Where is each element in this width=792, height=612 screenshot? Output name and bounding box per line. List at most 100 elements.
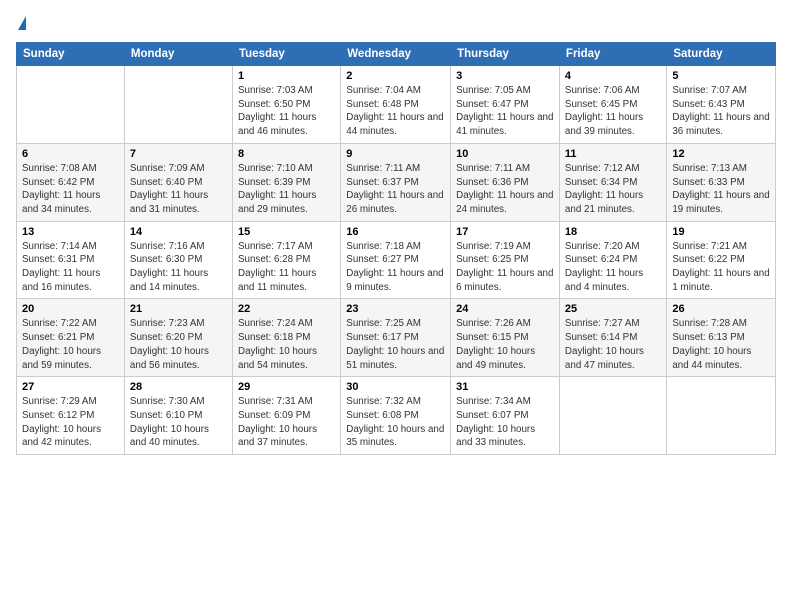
day-cell: 17 Sunrise: 7:19 AM Sunset: 6:25 PM Dayli… xyxy=(451,221,560,299)
day-info: Sunrise: 7:30 AM Sunset: 6:10 PM Dayligh… xyxy=(130,395,227,450)
day-info: Sunrise: 7:34 AM Sunset: 6:07 PM Dayligh… xyxy=(456,395,554,450)
day-cell xyxy=(17,66,125,144)
day-cell: 16 Sunrise: 7:18 AM Sunset: 6:27 PM Dayli… xyxy=(341,221,451,299)
day-cell: 2 Sunrise: 7:04 AM Sunset: 6:48 PM Daylig… xyxy=(341,66,451,144)
day-info: Sunrise: 7:06 AM Sunset: 6:45 PM Dayligh… xyxy=(565,84,661,139)
day-info: Sunrise: 7:31 AM Sunset: 6:09 PM Dayligh… xyxy=(238,395,335,450)
day-cell: 12 Sunrise: 7:13 AM Sunset: 6:33 PM Dayli… xyxy=(667,143,776,221)
week-row-5: 27 Sunrise: 7:29 AM Sunset: 6:12 PM Dayli… xyxy=(17,377,776,455)
day-number: 31 xyxy=(456,381,554,393)
day-cell: 5 Sunrise: 7:07 AM Sunset: 6:43 PM Daylig… xyxy=(667,66,776,144)
day-info: Sunrise: 7:27 AM Sunset: 6:14 PM Dayligh… xyxy=(565,317,661,372)
day-number: 12 xyxy=(672,148,770,160)
day-number: 26 xyxy=(672,303,770,315)
day-cell: 3 Sunrise: 7:05 AM Sunset: 6:47 PM Daylig… xyxy=(451,66,560,144)
header-friday: Friday xyxy=(559,43,666,66)
day-number: 9 xyxy=(346,148,445,160)
day-info: Sunrise: 7:14 AM Sunset: 6:31 PM Dayligh… xyxy=(22,240,119,295)
day-cell: 25 Sunrise: 7:27 AM Sunset: 6:14 PM Dayli… xyxy=(559,299,666,377)
day-info: Sunrise: 7:24 AM Sunset: 6:18 PM Dayligh… xyxy=(238,317,335,372)
day-info: Sunrise: 7:21 AM Sunset: 6:22 PM Dayligh… xyxy=(672,240,770,295)
day-number: 23 xyxy=(346,303,445,315)
day-cell: 28 Sunrise: 7:30 AM Sunset: 6:10 PM Dayli… xyxy=(124,377,232,455)
header-sunday: Sunday xyxy=(17,43,125,66)
day-cell: 14 Sunrise: 7:16 AM Sunset: 6:30 PM Dayli… xyxy=(124,221,232,299)
day-number: 25 xyxy=(565,303,661,315)
day-info: Sunrise: 7:12 AM Sunset: 6:34 PM Dayligh… xyxy=(565,162,661,217)
day-cell: 9 Sunrise: 7:11 AM Sunset: 6:37 PM Daylig… xyxy=(341,143,451,221)
day-info: Sunrise: 7:26 AM Sunset: 6:15 PM Dayligh… xyxy=(456,317,554,372)
day-number: 4 xyxy=(565,70,661,82)
day-number: 10 xyxy=(456,148,554,160)
day-info: Sunrise: 7:18 AM Sunset: 6:27 PM Dayligh… xyxy=(346,240,445,295)
day-number: 14 xyxy=(130,226,227,238)
day-info: Sunrise: 7:32 AM Sunset: 6:08 PM Dayligh… xyxy=(346,395,445,450)
day-info: Sunrise: 7:04 AM Sunset: 6:48 PM Dayligh… xyxy=(346,84,445,139)
header-row: SundayMondayTuesdayWednesdayThursdayFrid… xyxy=(17,43,776,66)
day-info: Sunrise: 7:28 AM Sunset: 6:13 PM Dayligh… xyxy=(672,317,770,372)
day-info: Sunrise: 7:23 AM Sunset: 6:20 PM Dayligh… xyxy=(130,317,227,372)
day-info: Sunrise: 7:07 AM Sunset: 6:43 PM Dayligh… xyxy=(672,84,770,139)
week-row-1: 1 Sunrise: 7:03 AM Sunset: 6:50 PM Daylig… xyxy=(17,66,776,144)
day-cell: 19 Sunrise: 7:21 AM Sunset: 6:22 PM Dayli… xyxy=(667,221,776,299)
day-number: 15 xyxy=(238,226,335,238)
header-tuesday: Tuesday xyxy=(233,43,341,66)
day-number: 22 xyxy=(238,303,335,315)
day-info: Sunrise: 7:29 AM Sunset: 6:12 PM Dayligh… xyxy=(22,395,119,450)
calendar-table: SundayMondayTuesdayWednesdayThursdayFrid… xyxy=(16,42,776,455)
day-cell: 7 Sunrise: 7:09 AM Sunset: 6:40 PM Daylig… xyxy=(124,143,232,221)
day-cell xyxy=(667,377,776,455)
day-info: Sunrise: 7:16 AM Sunset: 6:30 PM Dayligh… xyxy=(130,240,227,295)
day-number: 21 xyxy=(130,303,227,315)
header-wednesday: Wednesday xyxy=(341,43,451,66)
day-number: 6 xyxy=(22,148,119,160)
day-info: Sunrise: 7:25 AM Sunset: 6:17 PM Dayligh… xyxy=(346,317,445,372)
day-number: 7 xyxy=(130,148,227,160)
day-number: 18 xyxy=(565,226,661,238)
day-cell xyxy=(124,66,232,144)
day-number: 11 xyxy=(565,148,661,160)
day-info: Sunrise: 7:05 AM Sunset: 6:47 PM Dayligh… xyxy=(456,84,554,139)
day-info: Sunrise: 7:13 AM Sunset: 6:33 PM Dayligh… xyxy=(672,162,770,217)
day-number: 27 xyxy=(22,381,119,393)
day-info: Sunrise: 7:10 AM Sunset: 6:39 PM Dayligh… xyxy=(238,162,335,217)
day-cell: 8Sunrise: 7:10 AM Sunset: 6:39 PM Daylig… xyxy=(233,143,341,221)
day-number: 13 xyxy=(22,226,119,238)
day-number: 29 xyxy=(238,381,335,393)
day-cell: 6 Sunrise: 7:08 AM Sunset: 6:42 PM Daylig… xyxy=(17,143,125,221)
day-info: Sunrise: 7:11 AM Sunset: 6:36 PM Dayligh… xyxy=(456,162,554,217)
day-number: 19 xyxy=(672,226,770,238)
day-number: 28 xyxy=(130,381,227,393)
day-number: 24 xyxy=(456,303,554,315)
day-info: Sunrise: 7:09 AM Sunset: 6:40 PM Dayligh… xyxy=(130,162,227,217)
day-cell: 23 Sunrise: 7:25 AM Sunset: 6:17 PM Dayli… xyxy=(341,299,451,377)
week-row-4: 20 Sunrise: 7:22 AM Sunset: 6:21 PM Dayli… xyxy=(17,299,776,377)
day-info: Sunrise: 7:11 AM Sunset: 6:37 PM Dayligh… xyxy=(346,162,445,217)
day-number: 1 xyxy=(238,70,335,82)
day-cell: 11 Sunrise: 7:12 AM Sunset: 6:34 PM Dayli… xyxy=(559,143,666,221)
day-cell: 29 Sunrise: 7:31 AM Sunset: 6:09 PM Dayli… xyxy=(233,377,341,455)
day-number: 16 xyxy=(346,226,445,238)
day-cell: 1 Sunrise: 7:03 AM Sunset: 6:50 PM Daylig… xyxy=(233,66,341,144)
day-cell: 22 Sunrise: 7:24 AM Sunset: 6:18 PM Dayli… xyxy=(233,299,341,377)
header-thursday: Thursday xyxy=(451,43,560,66)
day-info: Sunrise: 7:19 AM Sunset: 6:25 PM Dayligh… xyxy=(456,240,554,295)
day-info: Sunrise: 7:03 AM Sunset: 6:50 PM Dayligh… xyxy=(238,84,335,139)
day-number: 17 xyxy=(456,226,554,238)
day-cell: 24 Sunrise: 7:26 AM Sunset: 6:15 PM Dayli… xyxy=(451,299,560,377)
day-number: 3 xyxy=(456,70,554,82)
day-number: 20 xyxy=(22,303,119,315)
day-cell: 18Sunrise: 7:20 AM Sunset: 6:24 PM Dayli… xyxy=(559,221,666,299)
page-header xyxy=(16,16,776,32)
day-info: Sunrise: 7:22 AM Sunset: 6:21 PM Dayligh… xyxy=(22,317,119,372)
day-cell xyxy=(559,377,666,455)
logo-triangle-icon xyxy=(18,16,26,30)
logo xyxy=(16,16,26,32)
day-number: 5 xyxy=(672,70,770,82)
day-cell: 21 Sunrise: 7:23 AM Sunset: 6:20 PM Dayli… xyxy=(124,299,232,377)
day-number: 2 xyxy=(346,70,445,82)
day-cell: 26 Sunrise: 7:28 AM Sunset: 6:13 PM Dayli… xyxy=(667,299,776,377)
day-cell: 13 Sunrise: 7:14 AM Sunset: 6:31 PM Dayli… xyxy=(17,221,125,299)
day-cell: 31 Sunrise: 7:34 AM Sunset: 6:07 PM Dayli… xyxy=(451,377,560,455)
day-info: Sunrise: 7:08 AM Sunset: 6:42 PM Dayligh… xyxy=(22,162,119,217)
